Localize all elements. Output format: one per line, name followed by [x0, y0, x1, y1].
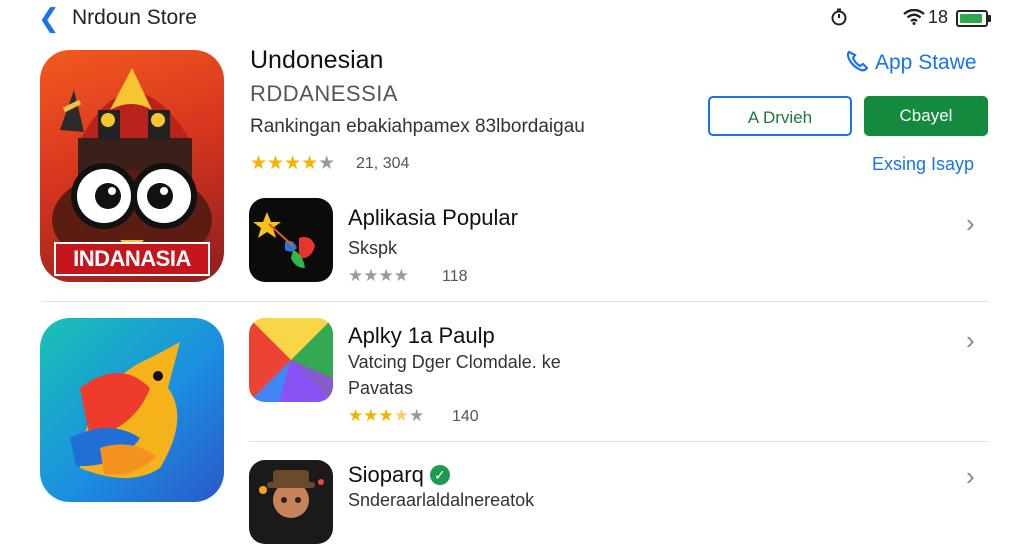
- list-item-subtitle: Snderaarlaldalnereatok: [348, 490, 535, 510]
- alarm-clock-icon: [831, 8, 847, 26]
- app-description: Rankingan ebakiahpamex 83lbordaigau: [250, 116, 585, 137]
- list-item-icon[interactable]: [249, 198, 333, 282]
- rating-count: 118: [442, 268, 468, 285]
- rating-count: 21, 304: [356, 155, 410, 172]
- app-icon-graphic: [253, 212, 315, 268]
- list-item-subtitle: Vatcing Dger Clomdale. ke: [348, 352, 561, 372]
- wifi-icon: [903, 9, 925, 25]
- divider: [249, 441, 988, 442]
- nav-title[interactable]: Nrdoun Store: [72, 6, 197, 30]
- bird-logo-icon: [70, 342, 180, 478]
- battery-icon: [956, 10, 991, 27]
- chevron-left-icon[interactable]: ❮: [38, 4, 60, 32]
- app-subtitle: RDDANESSIA: [250, 81, 399, 106]
- list-item-title[interactable]: Aplky 1a Paulp: [348, 323, 495, 349]
- star-rating: ★★★★★: [250, 153, 336, 174]
- icon-banner-text: INDANASIA: [54, 242, 210, 276]
- list-item-title-text: Sioparq: [348, 462, 424, 487]
- divider: [42, 301, 988, 302]
- avatar-graphic: [259, 470, 324, 518]
- list-item-title[interactable]: Aplikasia Popular: [348, 205, 518, 231]
- chevron-right-icon[interactable]: ›: [966, 463, 975, 489]
- app-store-link[interactable]: App Stawe: [845, 50, 977, 75]
- more-link[interactable]: Exsing Isayp: [872, 154, 974, 175]
- app-store-label: App Stawe: [875, 51, 977, 74]
- star-rating: ★★★★: [348, 266, 409, 285]
- chevron-right-icon[interactable]: ›: [966, 327, 975, 353]
- secondary-button[interactable]: A Drvieh: [708, 96, 852, 136]
- featured-app-icon-2[interactable]: [40, 318, 224, 502]
- primary-button[interactable]: Cbayel: [864, 96, 988, 136]
- featured-app-icon[interactable]: INDANASIA: [40, 50, 224, 282]
- list-item-subtitle: Skspk: [348, 238, 398, 258]
- star-rating: ★★★★★: [348, 406, 425, 425]
- rating-count: 140: [452, 408, 479, 425]
- list-item-icon[interactable]: [249, 318, 333, 402]
- chevron-right-icon[interactable]: ›: [966, 210, 975, 236]
- verified-badge-icon: ✓: [429, 465, 450, 485]
- app-icon-graphic: [249, 318, 333, 402]
- list-item-title[interactable]: Sioparq ✓: [348, 462, 450, 488]
- signal-indicator: 18: [928, 7, 949, 27]
- phone-icon: [846, 50, 869, 72]
- app-title: Undonesian: [250, 46, 384, 74]
- list-item-subtitle-2: Pavatas: [348, 378, 414, 398]
- list-item-icon[interactable]: [249, 460, 333, 544]
